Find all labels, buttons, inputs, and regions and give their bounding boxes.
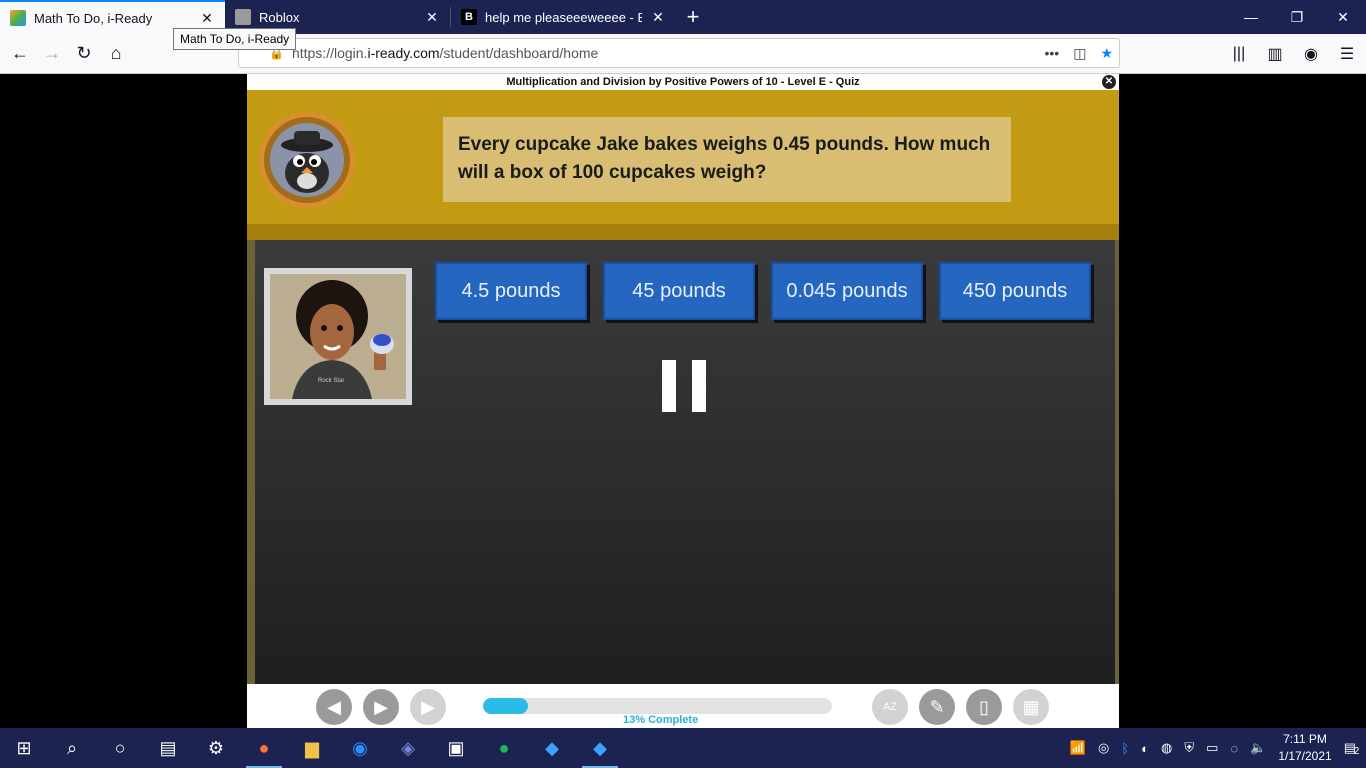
new-tab-icon[interactable]: + <box>676 0 710 34</box>
discord-tray-icon[interactable]: ◌ <box>1230 741 1238 756</box>
lesson-title: Multiplication and Division by Positive … <box>506 76 860 88</box>
clock-time: 7:11 PM <box>1283 732 1327 746</box>
pause-icon[interactable] <box>662 360 706 412</box>
account-icon[interactable]: ◉ <box>1300 40 1322 68</box>
url-bar[interactable]: 🔒 https://login.i-ready.com/student/dash… <box>238 38 1120 68</box>
file-explorer-icon[interactable]: ▆ <box>288 728 336 768</box>
character-portrait: Rock Star <box>264 268 412 405</box>
restore-icon[interactable]: ❐ <box>1274 0 1320 34</box>
iready-favicon-icon <box>10 10 26 26</box>
system-tray: 📶 ◎ ᛒ ◐ ◍ ⛨ ▭ ◌ 🔈 7:11 PM 1/17/2021 ▤ 2 <box>1070 728 1366 768</box>
minimize-icon[interactable]: — <box>1228 0 1274 34</box>
settings-icon[interactable]: ⚙ <box>192 728 240 768</box>
pencil-icon[interactable]: ✎ <box>919 689 955 725</box>
library-icon[interactable]: ||| <box>1228 40 1250 68</box>
clock-date: 1/17/2021 <box>1278 749 1332 763</box>
answer-button-1[interactable]: 4.5 pounds <box>435 262 587 320</box>
jake-character-image: Rock Star <box>270 274 406 399</box>
pocket-icon[interactable]: ◫ <box>1073 45 1086 62</box>
answer-button-3[interactable]: 0.045 pounds <box>771 262 923 320</box>
bookmark-star-icon[interactable]: ★ <box>1100 45 1113 62</box>
question-text: Every cupcake Jake bakes weighs 0.45 pou… <box>443 117 1011 202</box>
forward-icon[interactable]: → <box>36 38 68 70</box>
spy-bird-avatar <box>259 112 355 208</box>
windows-start-icon[interactable]: ⊞ <box>0 728 48 768</box>
lesson-controls: ◀ ▶ ▶ 13% Complete AZ ✎ ▯ ▦ <box>247 684 1119 728</box>
close-window-icon[interactable]: ✕ <box>1320 0 1366 34</box>
url-text: https://login.i-ready.com/student/dashbo… <box>291 45 599 61</box>
close-tab-icon[interactable]: ✕ <box>199 10 215 27</box>
close-tab-icon[interactable]: ✕ <box>650 9 666 26</box>
steam-icon[interactable]: ◍ <box>1161 740 1172 756</box>
roblox-studio-icon[interactable]: ◆ <box>528 728 576 768</box>
clock[interactable]: 7:11 PM 1/17/2021 <box>1278 731 1331 765</box>
cortana-icon[interactable]: ○ <box>96 728 144 768</box>
windows-taskbar: ⊞ ⌕ ○ ▤ ⚙ ● ▆ ◉ ◈ ▣ ● ◆ ◆ 📶 ◎ ᛒ ◐ ◍ ⛨ ▭ … <box>0 728 1366 768</box>
reload-icon[interactable]: ↻ <box>68 38 100 70</box>
store-icon[interactable]: ▣ <box>432 728 480 768</box>
tab-title: help me pleaseeeweeee - Brainl <box>485 9 642 25</box>
roblox-favicon-icon <box>235 9 251 25</box>
tab-title: Roblox <box>259 9 300 25</box>
answer-button-2[interactable]: 45 pounds <box>603 262 755 320</box>
svg-text:Rock Star: Rock Star <box>318 378 344 384</box>
quiz-stage: Rock Star 4.5 pounds 45 pounds 0.045 pou… <box>247 240 1119 684</box>
progress-fill <box>483 698 529 714</box>
zoom-icon[interactable]: ◉ <box>336 728 384 768</box>
search-icon[interactable]: ⌕ <box>48 728 96 768</box>
next-button[interactable]: ▶ <box>410 689 446 725</box>
volume-icon[interactable]: 🔈 <box>1250 740 1266 756</box>
menu-icon[interactable]: ☰ <box>1336 40 1358 68</box>
tab-tooltip: Math To Do, i-Ready <box>173 28 297 50</box>
brainly-favicon-icon: B <box>461 9 477 25</box>
progress-bar <box>483 698 832 714</box>
roblox-icon[interactable]: ◆ <box>576 728 624 768</box>
notepad-icon[interactable]: ▯ <box>966 689 1002 725</box>
previous-button[interactable]: ◀ <box>316 689 352 725</box>
progress-label: 13% Complete <box>623 714 699 726</box>
lesson-app: Multiplication and Division by Positive … <box>247 74 1119 728</box>
tab-title: Math To Do, i-Ready <box>34 10 153 26</box>
page-actions-icon[interactable]: ••• <box>1044 45 1059 62</box>
home-icon[interactable]: ⌂ <box>100 38 132 70</box>
notifications-icon[interactable]: ▤ 2 <box>1344 740 1360 757</box>
discord-icon[interactable]: ◈ <box>384 728 432 768</box>
task-view-icon[interactable]: ▤ <box>144 728 192 768</box>
answer-choices: 4.5 pounds 45 pounds 0.045 pounds 450 po… <box>435 262 1091 320</box>
tab-brainly[interactable]: B help me pleaseeeweeee - Brainl ✕ <box>451 0 676 34</box>
security-icon[interactable]: ⛨ <box>1184 740 1194 756</box>
bluetooth-icon[interactable]: ᛒ <box>1121 741 1129 756</box>
window-controls: — ❐ ✕ <box>1228 0 1366 34</box>
spy-bird-icon <box>270 123 344 197</box>
spotify-icon[interactable]: ● <box>480 728 528 768</box>
network-icon[interactable]: 📶 <box>1070 740 1086 756</box>
glossary-icon[interactable]: AZ <box>872 689 908 725</box>
back-icon[interactable]: ← <box>4 38 36 70</box>
battery-icon[interactable]: ▭ <box>1206 740 1218 756</box>
camera-icon[interactable]: ◎ <box>1098 740 1109 756</box>
play-button[interactable]: ▶ <box>363 689 399 725</box>
answer-button-4[interactable]: 450 pounds <box>939 262 1091 320</box>
question-banner: Every cupcake Jake bakes weighs 0.45 pou… <box>247 90 1119 240</box>
lesson-title-bar: Multiplication and Division by Positive … <box>247 74 1119 90</box>
notification-count: 2 <box>1353 746 1360 757</box>
firefox-icon[interactable]: ● <box>240 728 288 768</box>
calculator-icon[interactable]: ▦ <box>1013 689 1049 725</box>
app-tray-icon[interactable]: ◐ <box>1141 741 1149 756</box>
close-lesson-icon[interactable]: ✕ <box>1102 75 1116 89</box>
sidebar-icon[interactable]: ▥ <box>1264 40 1286 68</box>
close-tab-icon[interactable]: ✕ <box>424 9 440 26</box>
